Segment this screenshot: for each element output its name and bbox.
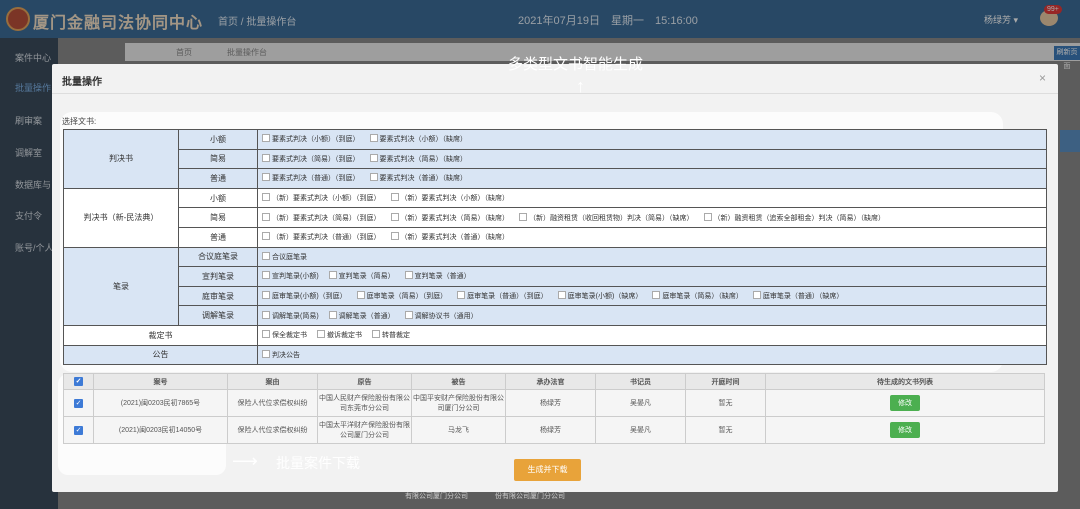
- cat-records: 笔录: [63, 246, 179, 326]
- doc-option[interactable]: 庭审笔录（普通）（缺席）: [752, 291, 843, 301]
- doc-option[interactable]: （新）要素式判决（简易）（缺席）: [390, 212, 509, 223]
- doc-option[interactable]: 庭审笔录（简易）（缺席）: [652, 291, 743, 301]
- background-text: 份有限公司厦门分公司: [495, 493, 565, 500]
- case-judge: 杨绿芳: [505, 416, 596, 444]
- sub-label: 简易: [178, 148, 258, 170]
- sub-label: 小额: [178, 129, 258, 150]
- doc-option[interactable]: （新）融资租赁（收回租赁物）判决（简易）（缺席）: [519, 212, 694, 223]
- annotation-batch-download: 批量案件下载: [276, 455, 360, 471]
- case-cause: 保险人代位求偿权纠纷: [227, 416, 318, 444]
- edit-button[interactable]: 修改: [890, 422, 920, 438]
- case-time: 暂无: [685, 389, 766, 417]
- doc-option[interactable]: 撤诉裁定书: [317, 330, 362, 340]
- case-clerk: 吴晏凡: [595, 389, 686, 417]
- select-all-checkbox[interactable]: ✓: [63, 373, 94, 390]
- col-header: 承办法官: [505, 373, 596, 390]
- case-clerk: 吴晏凡: [595, 416, 686, 444]
- doc-option[interactable]: （新）要素式判决（普通）（到庭）: [262, 232, 381, 242]
- cat-judgment-new: 判决书（新-民法典）: [63, 187, 179, 248]
- case-judge: 杨绿芳: [505, 389, 596, 417]
- doc-option[interactable]: 宣判笔录(小额): [262, 271, 319, 281]
- close-icon[interactable]: ×: [1039, 71, 1046, 85]
- case-table: ✓ 案号 案由 原告 被告 承办法官 书记员 开庭时间 待生成的文书列表 ✓ (…: [63, 373, 1045, 444]
- sub-label: 小额: [178, 187, 258, 209]
- sub-label: 简易: [178, 207, 258, 228]
- background-text: 有限公司厦门分公司: [405, 493, 468, 500]
- doc-option[interactable]: 转普裁定: [372, 330, 410, 340]
- sub-label: 调解笔录: [178, 305, 258, 326]
- case-cause: 保险人代位求偿权纠纷: [227, 389, 318, 417]
- doc-type-table: 判决书 小额 要素式判决（小额）（到庭） 要素式判决（小额）（缺席） 简易 要素式…: [63, 129, 1047, 366]
- sub-label: 合议庭笔录: [178, 246, 258, 268]
- doc-option[interactable]: 合议庭笔录: [262, 251, 307, 262]
- row-checkbox[interactable]: ✓: [63, 416, 94, 444]
- arrow-up-icon: ↑: [576, 76, 585, 96]
- case-defendant: 马龙飞: [411, 416, 506, 444]
- doc-option[interactable]: （新）要素式判决（小额）（缺席）: [390, 193, 509, 203]
- doc-option[interactable]: 庭审笔录(小额)（缺席）: [557, 291, 642, 301]
- sub-label: 庭审笔录: [178, 285, 258, 307]
- doc-option[interactable]: （新）融资租赁（追索全部租金）判决（简易）（缺席）: [703, 212, 885, 223]
- doc-option[interactable]: 庭审笔录(小额)（到庭）: [262, 291, 347, 301]
- cat-notice: 公告: [63, 344, 258, 366]
- doc-option[interactable]: 庭审笔录（简易）（到庭）: [356, 291, 447, 301]
- generate-download-button[interactable]: 生成并下载: [514, 459, 581, 481]
- doc-option[interactable]: 要素式判决（小额）（到庭）: [262, 134, 360, 144]
- table-row: ✓ (2021)闽0203民初14050号 保险人代位求偿权纠纷 中国太平洋财产…: [63, 416, 1045, 444]
- modal-title: 批量操作: [62, 77, 102, 88]
- doc-option[interactable]: 要素式判决（小额）（缺席）: [369, 134, 467, 144]
- doc-option[interactable]: 调解笔录（普通）: [328, 310, 395, 321]
- doc-option[interactable]: 要素式判决（简易）（到庭）: [262, 153, 360, 164]
- doc-option[interactable]: 要素式判决（简易）（缺席）: [369, 153, 467, 164]
- col-header: 案由: [227, 373, 318, 390]
- col-header: 待生成的文书列表: [765, 373, 1045, 390]
- doc-option[interactable]: （新）要素式判决（小额）（到庭）: [262, 193, 381, 203]
- doc-option[interactable]: 判决公告: [262, 349, 300, 360]
- case-defendant: 中国平安财产保险股份有限公司厦门分公司: [411, 389, 506, 417]
- doc-option[interactable]: 庭审笔录（普通）（到庭）: [457, 291, 548, 301]
- doc-option[interactable]: 宣判笔录（普通）: [404, 271, 471, 281]
- sub-label: 普通: [178, 226, 258, 248]
- doc-option[interactable]: 调解笔录(简易): [262, 310, 319, 321]
- col-header: 书记员: [595, 373, 686, 390]
- case-plaintiff: 中国太平洋财产保险股份有限公司厦门分公司: [317, 416, 412, 444]
- col-header: 开庭时间: [685, 373, 766, 390]
- col-header: 案号: [93, 373, 228, 390]
- sub-label: 宣判笔录: [178, 266, 258, 287]
- doc-option[interactable]: 保全裁定书: [262, 330, 307, 340]
- doc-option[interactable]: （新）要素式判决（普通）（缺席）: [390, 232, 509, 242]
- doc-option[interactable]: 调解协议书（通用）: [404, 310, 478, 321]
- case-plaintiff: 中国人民财产保险股份有限公司东莞市分公司: [317, 389, 412, 417]
- case-no: (2021)闽0203民初7865号: [93, 389, 228, 417]
- col-header: 原告: [317, 373, 412, 390]
- doc-option[interactable]: （新）要素式判决（简易）（到庭）: [262, 212, 381, 223]
- annotation-doc-generation: 多类型文书智能生成: [508, 56, 644, 73]
- col-header: 被告: [411, 373, 506, 390]
- table-row: ✓ (2021)闽0203民初7865号 保险人代位求偿权纠纷 中国人民财产保险…: [63, 389, 1045, 417]
- row-checkbox[interactable]: ✓: [63, 389, 94, 417]
- edit-button[interactable]: 修改: [890, 395, 920, 411]
- doc-option[interactable]: 要素式判决（普通）（到庭）: [262, 173, 360, 183]
- arrow-right-icon: ⟶: [232, 451, 258, 471]
- case-time: 暂无: [685, 416, 766, 444]
- select-doc-label: 选择文书:: [62, 117, 97, 126]
- cat-judgment: 判决书: [63, 129, 179, 189]
- sub-label: 普通: [178, 168, 258, 189]
- cat-ruling: 裁定书: [63, 324, 258, 346]
- doc-option[interactable]: 宣判笔录（简易）: [328, 271, 395, 281]
- case-no: (2021)闽0203民初14050号: [93, 416, 228, 444]
- doc-option[interactable]: 要素式判决（普通）（缺席）: [369, 173, 467, 183]
